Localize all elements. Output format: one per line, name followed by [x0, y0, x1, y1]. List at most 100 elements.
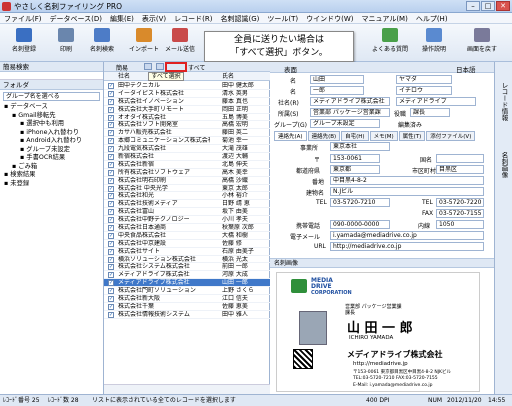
record-info-tab[interactable]: レコード情報 — [499, 82, 509, 121]
tree-item-7[interactable]: ▪ ごみ箱 — [0, 163, 103, 172]
table-row[interactable]: ✓ 本郷コミュニケーションズ株式会社 菊池 幸一 — [104, 137, 270, 146]
subtab-0[interactable]: 連絡先(A) — [274, 131, 307, 141]
tree-item-1[interactable]: ▪ Gmail移転先 — [0, 112, 103, 121]
subtab-2[interactable]: 自宅(H) — [341, 131, 369, 141]
country-field[interactable] — [436, 154, 484, 163]
given-name-field[interactable]: 一郎 — [310, 86, 364, 95]
row-checkbox[interactable]: ✓ — [108, 248, 114, 255]
tel2-field[interactable]: 03-5720-7220 — [436, 198, 484, 207]
table-row[interactable]: ✓ 株式会社ソフト開発室 高橋 宏明 — [104, 121, 270, 130]
subtab-3[interactable]: メモ(M) — [369, 131, 398, 141]
row-checkbox[interactable]: ✓ — [108, 146, 114, 153]
front-side-tab[interactable]: 表面 — [284, 64, 297, 74]
toolbar-button-3[interactable]: インポート — [124, 26, 164, 60]
table-row[interactable]: ✓ メディアドライブ株式会社 山田 一郎 — [104, 279, 270, 288]
table-row[interactable]: ✓ 所有株式会社ソフトウェア 高木 美幸 — [104, 169, 270, 177]
row-checkbox[interactable]: ✓ — [108, 106, 114, 113]
group-field[interactable]: グループ未設定 — [310, 119, 380, 128]
toolbar-button-5[interactable]: よくある質問 — [370, 26, 410, 60]
row-checkbox[interactable]: ✓ — [108, 177, 114, 184]
row-checkbox[interactable]: ✓ — [108, 122, 114, 129]
group-select[interactable]: グループ名を選べる — [3, 92, 100, 101]
simple-tab[interactable]: 簡易 — [116, 63, 128, 72]
street-field[interactable]: 中目黒4-8-2 — [330, 176, 484, 185]
row-checkbox[interactable]: ✓ — [108, 240, 114, 247]
surname-kana-field[interactable]: ヤマダ — [396, 75, 452, 84]
row-checkbox[interactable]: ✓ — [108, 288, 114, 295]
tree-item-6[interactable]: ▪ 手書OCR結果 — [0, 154, 103, 163]
table-row[interactable]: ✓ カサハ販売株式会社 藤田 英二 — [104, 129, 270, 138]
tree-item-8[interactable]: ▪ 検索結果 — [0, 171, 103, 180]
table-row[interactable]: ✓ 株式会社千葉 佐藤 恵美 — [104, 303, 270, 311]
table-row[interactable]: ✓ 株式会社和光 小林 裕介 — [104, 192, 270, 201]
toolbar-button-0[interactable]: 名刺登録 — [4, 26, 44, 60]
table-row[interactable]: ✓ 田中テクニカル 田中 健太郎 — [104, 82, 270, 90]
extension-field[interactable]: 1050 — [436, 220, 484, 229]
row-checkbox[interactable]: ✓ — [108, 154, 114, 161]
prefecture-field[interactable]: 東京都 — [330, 165, 380, 174]
subtab-4[interactable]: 属性(T) — [398, 131, 426, 141]
role-field[interactable]: 課長 — [410, 108, 450, 117]
row-checkbox[interactable]: ✓ — [108, 98, 114, 105]
building-field[interactable]: N.Jビル — [330, 187, 484, 196]
deselect-icon[interactable] — [156, 63, 164, 70]
row-checkbox[interactable]: ✓ — [108, 201, 114, 208]
row-checkbox[interactable]: ✓ — [108, 114, 114, 121]
dept-field[interactable]: 営業部 パッケージ営業課 — [310, 108, 390, 117]
table-row[interactable]: ✓ 株式会社中野テクノロジー 小川 孝夫 — [104, 216, 270, 225]
table-row[interactable]: ✓ 株式会社明石印刷 高橋 沙織 — [104, 177, 270, 185]
column-header-company[interactable]: 社名 — [118, 72, 130, 81]
table-row[interactable]: ✓ 株式会社システム株式会社 前田 一郎 — [104, 263, 270, 272]
company-field[interactable]: メディアドライブ株式会社 — [310, 97, 390, 106]
table-row[interactable]: ✓ 株式会社 中央光学 東京 太郎 — [104, 185, 270, 193]
zip-field[interactable]: 153-0061 — [330, 154, 380, 163]
table-row[interactable]: ✓ 株式会社イノベーション 藤本 真也 — [104, 98, 270, 106]
row-checkbox[interactable]: ✓ — [108, 169, 114, 176]
maximize-button[interactable]: □ — [481, 1, 495, 11]
tree-item-3[interactable]: ▪ iPhone入れ替わり — [0, 129, 103, 138]
table-row[interactable]: ✓ 株式会社技術メディア 日野 靖 恵 — [104, 200, 270, 209]
row-checkbox[interactable]: ✓ — [108, 272, 114, 279]
row-checkbox[interactable]: ✓ — [108, 185, 114, 192]
row-checkbox[interactable]: ✓ — [108, 256, 114, 263]
language-select[interactable]: 日本語 — [456, 64, 476, 74]
row-checkbox[interactable]: ✓ — [108, 90, 114, 97]
minimize-button[interactable]: – — [466, 1, 480, 11]
table-row[interactable]: ✓ 株式会社大手町リモート 岡田 正明 — [104, 106, 270, 114]
table-row[interactable]: ✓ 株式会社日本通商 秋葉原 次郎 — [104, 224, 270, 232]
table-row[interactable]: ✓ 株式会社門町ソリューション 上野 さくら — [104, 287, 270, 296]
row-checkbox[interactable]: ✓ — [108, 225, 114, 232]
edited-checkbox-label[interactable]: 編集済み — [398, 120, 422, 129]
tree-item-0[interactable]: ▪ データベース — [0, 103, 103, 112]
tree-item-9[interactable]: ▪ 未登録 — [0, 180, 103, 189]
row-checkbox[interactable]: ✓ — [108, 193, 114, 200]
tree-item-2[interactable]: ▪ 選択中も利用 — [0, 120, 103, 129]
tree-item-4[interactable]: ▪ Android入れ替わり — [0, 137, 103, 146]
city-field[interactable]: 目黒区 — [436, 165, 484, 174]
horizontal-scrollbar[interactable] — [104, 384, 270, 394]
tel2-label[interactable]: TEL — [422, 199, 433, 206]
row-checkbox[interactable]: ✓ — [108, 296, 114, 303]
email-field[interactable]: i.yamada@mediadrive.co.jp — [330, 231, 484, 240]
row-checkbox[interactable]: ✓ — [108, 130, 114, 137]
close-button[interactable]: ✕ — [496, 1, 510, 11]
toolbar-button-1[interactable]: 印刷 — [46, 26, 86, 60]
column-header-person[interactable]: 氏名 — [222, 72, 234, 81]
subtab-5[interactable]: 添付ファイル(V) — [426, 131, 476, 141]
given-name-kana-field[interactable]: イチロウ — [396, 86, 452, 95]
fax-field[interactable]: 03-5720-7155 — [436, 209, 484, 218]
table-row[interactable]: ✓ 株式会社サイト 石原 由美子 — [104, 248, 270, 256]
row-checkbox[interactable]: ✓ — [108, 280, 114, 287]
all-tab[interactable]: すべて — [188, 63, 205, 72]
table-row[interactable]: ✓ メディアドライブ株式会社 河原 大成 — [104, 271, 270, 280]
company-kana-field[interactable]: メディアドライブ — [396, 97, 476, 106]
office-field[interactable]: 東京本社 — [330, 142, 390, 151]
row-checkbox[interactable]: ✓ — [108, 83, 114, 89]
table-row[interactable]: ✓ 横浜ソリューション株式会社 横浜 光太 — [104, 256, 270, 264]
table-row[interactable]: ✓ 株式会社新大阪 江口 信夫 — [104, 295, 270, 303]
zip-label[interactable]: 〒 — [314, 155, 320, 164]
row-checkbox[interactable]: ✓ — [108, 303, 114, 310]
table-row[interactable]: ✓ オオタイ株式会社 五島 博美 — [104, 114, 270, 122]
toolbar-button-2[interactable]: 名刺検索 — [82, 26, 122, 60]
row-checkbox[interactable]: ✓ — [108, 138, 114, 145]
